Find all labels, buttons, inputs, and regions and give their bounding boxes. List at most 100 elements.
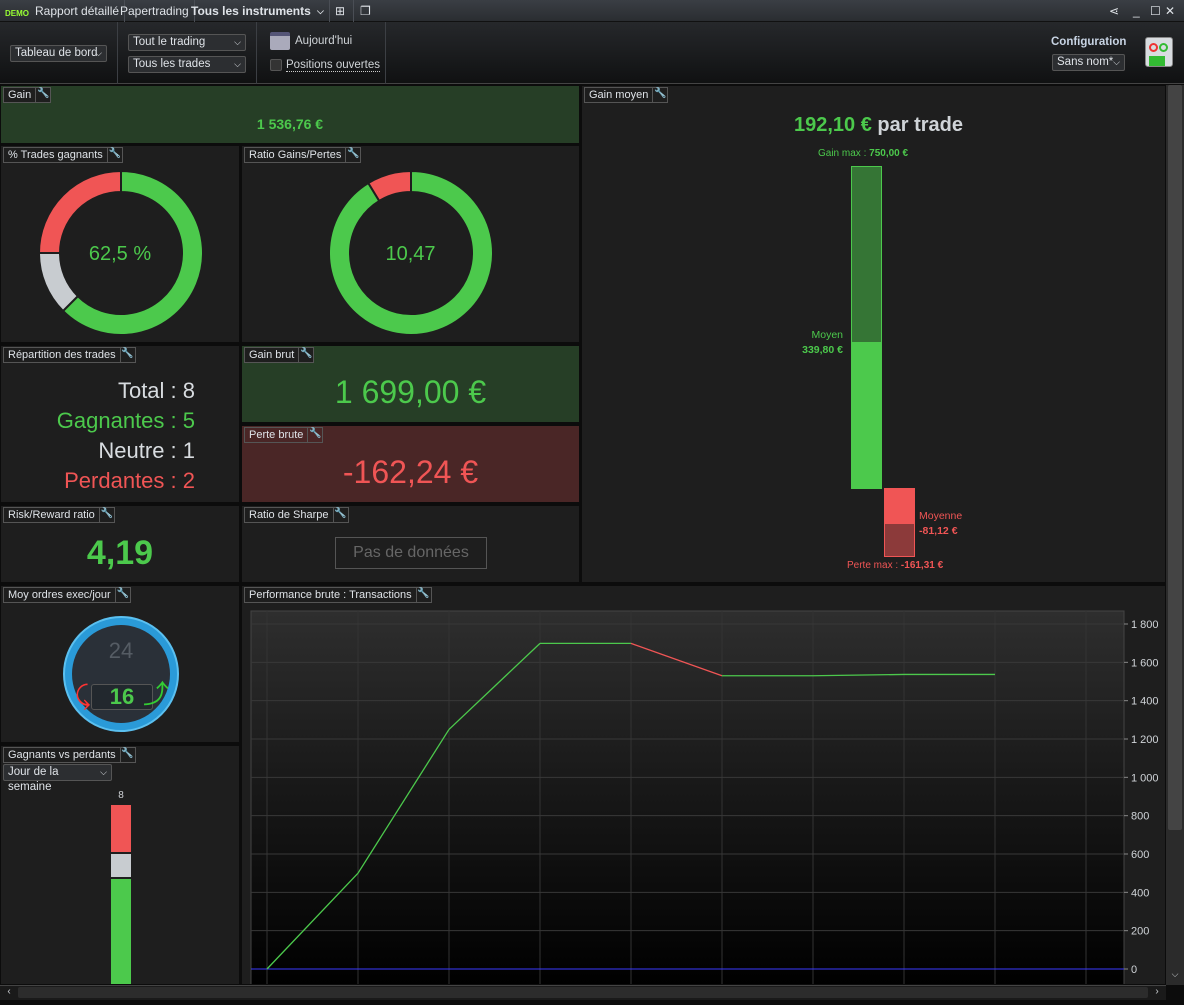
gross-gain-panel: Gain brut 🔧 1 699,00 €: [241, 345, 580, 423]
add-chart-icon[interactable]: ⊞: [330, 0, 354, 22]
panel-title: Perte brute 🔧: [244, 427, 324, 443]
trading-select[interactable]: Tout le trading ⌵: [128, 34, 246, 51]
panel-title-text: Ratio de Sharpe: [249, 509, 329, 521]
tab-rapport[interactable]: Rapport détaillé: [30, 0, 126, 22]
panel-title-text: Gain moyen: [589, 89, 649, 101]
loss-bar-segment: [111, 805, 131, 852]
config-settings-icon[interactable]: [1145, 37, 1173, 67]
avg-gain-suffix: par trade: [877, 114, 964, 136]
avg-loss-value: -81,12 €: [919, 525, 958, 537]
toolbar: Tableau de bord ⌵ Tout le trading ⌵ Tous l…: [0, 22, 1184, 84]
risk-reward-value: 4,19: [86, 534, 154, 572]
trades-select[interactable]: Tous les trades ⌵: [128, 56, 246, 73]
risk-reward-panel: Risk/Reward ratio 🔧 4,19: [0, 505, 240, 583]
scroll-left-icon[interactable]: ‹: [2, 986, 16, 999]
calendar-icon[interactable]: [270, 32, 290, 50]
open-positions-checkbox[interactable]: [270, 59, 282, 71]
scroll-down-icon[interactable]: ⌵: [1168, 969, 1182, 983]
wrench-icon[interactable]: 🔧: [332, 507, 348, 523]
neutral-count: Neutre : 1: [98, 438, 195, 463]
avg-win-label: Moyen: [811, 329, 843, 341]
y-tick-label: 1 000: [1131, 772, 1159, 784]
gain-max-label: Gain max :: [818, 148, 867, 159]
avg-loss-label: Moyenne: [919, 510, 963, 522]
config-label: Configuration: [1051, 36, 1127, 48]
view-select[interactable]: Tableau de bord ⌵: [10, 45, 107, 62]
open-positions-label[interactable]: Positions ouvertes: [286, 59, 380, 72]
loss-max-label: Perte max :: [847, 560, 899, 571]
copy-document-icon[interactable]: ❐: [355, 0, 379, 22]
loss-max-bar: [884, 524, 915, 557]
wrench-icon[interactable]: 🔧: [114, 587, 130, 603]
gross-loss-panel: Perte brute 🔧 -162,24 €: [241, 425, 580, 503]
ratio-value: 10,47: [385, 243, 436, 265]
y-tick-label: 200: [1131, 926, 1149, 938]
panel-title-text: Répartition des trades: [8, 349, 116, 361]
neutral-bar-segment: [111, 854, 131, 877]
chevron-down-icon: ⌵: [1113, 57, 1120, 67]
chevron-down-icon: ⌵: [234, 59, 241, 69]
wrench-icon[interactable]: 🔧: [119, 347, 135, 363]
wrench-icon[interactable]: 🔧: [98, 507, 114, 523]
y-tick-label: 400: [1131, 887, 1149, 899]
chevron-down-icon: ⌵: [234, 37, 241, 47]
panel-title: Répartition des trades 🔧: [3, 347, 136, 363]
scroll-right-icon[interactable]: ›: [1150, 986, 1164, 999]
wrench-icon[interactable]: 🔧: [652, 87, 667, 103]
panel-title: Gagnants vs perdants 🔧: [3, 747, 136, 763]
performance-chart: 0 200 400 600 800 1 000 1 200 1 400 1 600 1 800: [250, 610, 1159, 984]
gain-max-value: 750,00 €: [869, 148, 909, 159]
avg-loss-bar: [884, 488, 915, 524]
wrench-icon[interactable]: 🔧: [298, 347, 313, 363]
y-tick-label: 600: [1131, 849, 1149, 861]
avg-win-bar: [851, 342, 882, 489]
loss-max-value: -161,31 €: [900, 560, 944, 571]
minimize-icon[interactable]: _: [1128, 0, 1145, 22]
y-tick-label: 1 400: [1131, 696, 1159, 708]
gain-max-bar: [851, 166, 882, 342]
config-select[interactable]: Sans nom* ⌵: [1052, 54, 1125, 71]
y-tick-label: 1 800: [1131, 619, 1159, 631]
avg-gain-panel: Gain moyen 🔧 192,10 € par trade Gain max …: [581, 85, 1166, 583]
win-pct-panel: % Trades gagnants 🔧 62,5 %: [0, 145, 240, 343]
plot-area: [250, 610, 1125, 984]
clock-icon: 24 16 ⤹ ⤴: [63, 616, 179, 732]
panel-title-text: Gain brut: [249, 349, 295, 361]
panel-title: Ratio de Sharpe 🔧: [244, 507, 349, 523]
win-vs-loss-panel: Gagnants vs perdants 🔧 Jour de la semaine…: [0, 745, 240, 985]
no-data-label: Pas de données: [335, 537, 487, 569]
config-select-value: Sans nom*: [1057, 56, 1114, 68]
y-tick-label: 0: [1131, 964, 1137, 976]
repartition-panel: Répartition des trades 🔧 Total : 8 Gagnan…: [0, 345, 240, 503]
instruments-dropdown[interactable]: Tous les instruments ⌵: [186, 0, 330, 22]
view-select-value: Tableau de bord: [15, 47, 98, 59]
wrench-icon[interactable]: 🔧: [35, 87, 50, 103]
date-link[interactable]: Aujourd'hui: [295, 35, 352, 47]
win-bar-segment: [111, 879, 131, 984]
wrench-icon[interactable]: 🔧: [119, 747, 135, 763]
wrench-icon[interactable]: 🔧: [307, 427, 322, 443]
chevron-down-icon: ⌵: [316, 6, 324, 16]
period-select-value: Jour de la semaine: [8, 766, 59, 793]
gross-loss-value: -162,24 €: [342, 454, 479, 490]
scroll-thumb[interactable]: [18, 987, 1148, 998]
period-select[interactable]: Jour de la semaine ⌵: [3, 764, 112, 793]
panel-title-text: Perte brute: [249, 429, 304, 441]
panel-title: Risk/Reward ratio 🔧: [3, 507, 115, 523]
demo-logo: DEMO: [5, 9, 29, 18]
win-pct-value: 62,5 %: [88, 243, 152, 265]
horizontal-scrollbar[interactable]: ‹ ›: [0, 985, 1166, 1000]
share-icon[interactable]: ⋖: [1104, 0, 1124, 22]
chevron-down-icon: ⌵: [100, 767, 107, 777]
close-icon[interactable]: ✕: [1160, 0, 1180, 22]
loss-segment: [37, 169, 122, 254]
gross-gain-value: 1 699,00 €: [334, 374, 487, 410]
panel-title: Gain moyen 🔧: [584, 87, 669, 103]
panel-title-text: Moy ordres exec/jour: [8, 589, 111, 601]
scroll-thumb[interactable]: [1168, 85, 1182, 830]
gain-panel: Gain 🔧 1 536,76 €: [0, 85, 580, 144]
panel-title: Gain brut 🔧: [244, 347, 315, 363]
vertical-scrollbar[interactable]: ⌵: [1166, 85, 1184, 985]
y-tick-label: 1 600: [1131, 657, 1159, 669]
tab-papertrading[interactable]: Papertrading: [115, 0, 195, 22]
